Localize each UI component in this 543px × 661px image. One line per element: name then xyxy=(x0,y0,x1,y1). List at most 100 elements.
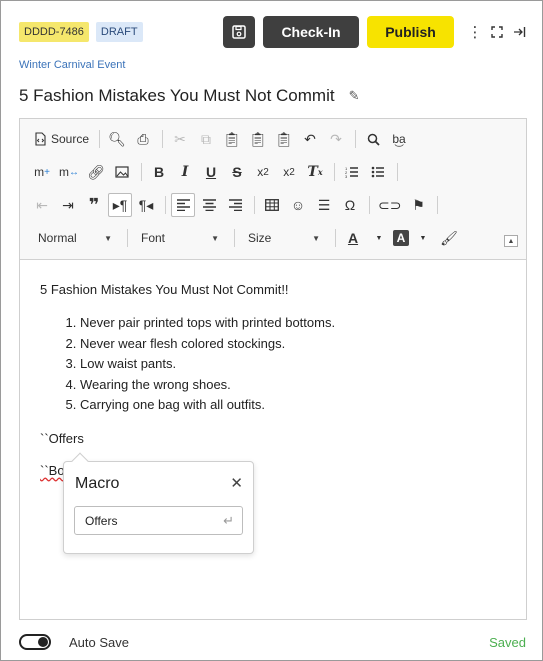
paste-icon[interactable]: 📋︎ xyxy=(220,127,244,151)
editor-toolbar: Source 🔍︎ ⎙ ✂ ⧉ 📋︎ 📋︎ 📋︎ ↶ ↷ b͜a m + m ↔… xyxy=(20,119,526,260)
outdent-icon[interactable]: ⇤ xyxy=(30,193,54,217)
macro-popup-title: Macro xyxy=(75,475,120,492)
close-icon[interactable]: ✕ xyxy=(230,474,243,492)
table-icon[interactable] xyxy=(260,193,284,217)
image-icon[interactable] xyxy=(110,160,134,184)
replace-icon[interactable]: b͜a xyxy=(387,127,411,151)
special-char-icon[interactable]: Ω xyxy=(338,193,362,217)
bulleted-list-icon[interactable] xyxy=(366,160,390,184)
text-color-dropdown-icon[interactable]: ▼ xyxy=(367,226,391,250)
font-combo[interactable]: Font ▼ xyxy=(133,226,225,250)
link-icon[interactable]: 🔗︎ xyxy=(84,160,108,184)
redo-icon[interactable]: ↷ xyxy=(324,127,348,151)
print-icon[interactable]: ⎙ xyxy=(131,127,155,151)
cut-icon[interactable]: ✂ xyxy=(168,127,192,151)
status-badge: DRAFT xyxy=(95,22,143,42)
source-label: Source xyxy=(51,132,90,146)
bold-icon[interactable]: B xyxy=(147,160,171,184)
underline-icon[interactable]: U xyxy=(199,160,223,184)
list-item: Carrying one bag with all outfits. xyxy=(80,395,506,416)
find-icon[interactable] xyxy=(361,127,385,151)
toolbar-separator xyxy=(127,229,128,247)
size-combo-value: Size xyxy=(248,231,272,245)
toolbar-row-1: Source 🔍︎ ⎙ ✂ ⧉ 📋︎ 📋︎ 📋︎ ↶ ↷ b͜a xyxy=(30,125,413,153)
title-row: 5 Fashion Mistakes You Must Not Commit ✎ xyxy=(19,86,359,106)
format-combo[interactable]: Normal ▼ xyxy=(30,226,118,250)
toolbar-separator xyxy=(369,196,370,214)
blockquote-icon[interactable]: ❞ xyxy=(82,193,106,217)
paste-word-icon[interactable]: 📋︎ xyxy=(272,127,296,151)
undo-icon[interactable]: ↶ xyxy=(298,127,322,151)
check-in-button[interactable]: Check-In xyxy=(263,16,359,48)
flag-icon[interactable]: ⚑ xyxy=(406,193,430,217)
text-color-icon[interactable]: A xyxy=(341,226,365,250)
size-combo[interactable]: Size ▼ xyxy=(240,226,326,250)
macro-search-field: ↵ xyxy=(74,506,243,535)
align-right-icon[interactable] xyxy=(223,193,247,217)
edit-title-pencil-icon[interactable]: ✎ xyxy=(349,88,360,104)
chevron-down-icon: ▼ xyxy=(211,233,219,243)
horizontal-line-icon[interactable]: ☰ xyxy=(312,193,336,217)
align-center-icon[interactable] xyxy=(197,193,221,217)
preview-icon[interactable]: 🔍︎ xyxy=(105,127,129,151)
numbered-list-icon[interactable]: 123 xyxy=(340,160,364,184)
edit-macro-icon[interactable]: m ↔ xyxy=(56,160,82,184)
italic-icon[interactable]: I xyxy=(173,160,197,184)
enter-icon[interactable]: ↵ xyxy=(223,513,234,529)
save-icon-button[interactable] xyxy=(223,16,255,48)
chevron-down-icon: ▼ xyxy=(312,233,320,243)
toolbar-separator xyxy=(334,163,335,181)
text-direction-ltr-icon[interactable]: ▸¶ xyxy=(108,193,132,217)
editor-content[interactable]: 5 Fashion Mistakes You Must Not Commit!!… xyxy=(20,261,526,619)
toolbar-separator xyxy=(254,196,255,214)
text-direction-rtl-icon[interactable]: ¶◂ xyxy=(134,193,158,217)
more-options-icon[interactable]: ⋮ xyxy=(464,16,486,48)
toolbar-row-4: Normal ▼ Font ▼ Size ▼ A ▼ A ▼ 🖌︎ xyxy=(30,224,463,252)
anchor-link-icon[interactable]: ⊂⊃ xyxy=(375,193,404,217)
emoji-icon[interactable]: ☺ xyxy=(286,193,310,217)
fullscreen-icon[interactable] xyxy=(486,16,508,48)
publish-button[interactable]: Publish xyxy=(367,16,454,48)
toolbar-separator xyxy=(234,229,235,247)
id-badge: DDDD-7486 xyxy=(19,22,89,42)
content-numbered-list: Never pair printed tops with printed bot… xyxy=(80,313,506,416)
format-combo-value: Normal xyxy=(38,231,77,245)
toolbar-separator xyxy=(355,130,357,148)
superscript-icon[interactable]: x2 xyxy=(277,160,301,184)
toolbar-collapse-icon[interactable]: ▲ xyxy=(504,235,518,247)
autosave-toggle[interactable] xyxy=(19,634,51,650)
toolbar-separator xyxy=(141,163,142,181)
copy-format-icon[interactable]: 🖌︎ xyxy=(437,226,461,250)
paste-text-icon[interactable]: 📋︎ xyxy=(246,127,270,151)
header-bar: DDDD-7486 DRAFT Check-In Publish ⋮ xyxy=(19,16,530,48)
macro-line-offers: ``Offers xyxy=(40,430,84,446)
collapse-panel-icon[interactable] xyxy=(508,16,530,48)
insert-macro-icon[interactable]: m + xyxy=(30,160,54,184)
indent-icon[interactable]: ⇥ xyxy=(56,193,80,217)
misspelled-text: ``Bo xyxy=(40,462,65,478)
remove-format-icon[interactable]: Tx xyxy=(303,160,327,184)
footer-bar: Auto Save Saved xyxy=(19,631,526,653)
content-heading: 5 Fashion Mistakes You Must Not Commit!! xyxy=(40,282,289,297)
toggle-knob xyxy=(38,637,48,647)
strikethrough-icon[interactable]: S xyxy=(225,160,249,184)
editor-window: DDDD-7486 DRAFT Check-In Publish ⋮ Winte… xyxy=(0,0,543,661)
list-item: Never wear flesh colored stockings. xyxy=(80,334,506,355)
align-left-icon[interactable] xyxy=(171,193,195,217)
list-item: Wearing the wrong shoes. xyxy=(80,375,506,396)
save-icon xyxy=(232,25,246,39)
source-button[interactable]: Source xyxy=(30,127,92,151)
list-item: Low waist pants. xyxy=(80,354,506,375)
bg-color-dropdown-icon[interactable]: ▼ xyxy=(411,226,435,250)
macro-search-input[interactable] xyxy=(85,513,205,528)
toolbar-row-3: ⇤ ⇥ ❞ ▸¶ ¶◂ ☺ ☰ Ω ⊂⊃ ⚑ xyxy=(30,191,443,219)
macro-popup: Macro ✕ ↵ xyxy=(63,452,254,554)
toolbar-separator xyxy=(335,229,336,247)
svg-text:3: 3 xyxy=(345,174,348,178)
autosave-label: Auto Save xyxy=(69,634,129,650)
breadcrumb[interactable]: Winter Carnival Event xyxy=(19,59,125,71)
saved-status: Saved xyxy=(489,634,526,650)
subscript-icon[interactable]: x2 xyxy=(251,160,275,184)
bg-color-icon[interactable]: A xyxy=(393,230,409,246)
copy-icon[interactable]: ⧉ xyxy=(194,127,218,151)
